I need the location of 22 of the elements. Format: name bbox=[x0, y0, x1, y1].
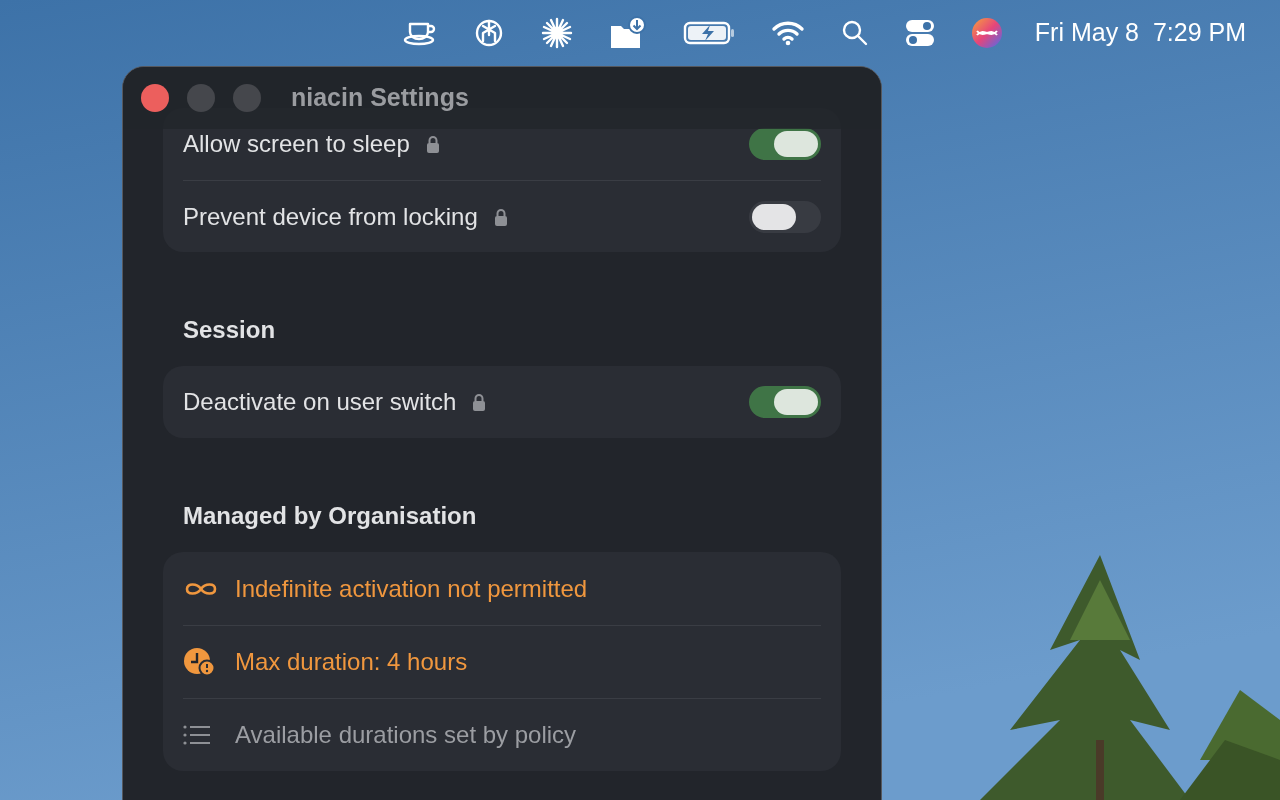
close-button[interactable] bbox=[141, 84, 169, 112]
toggle-switch[interactable] bbox=[749, 386, 821, 418]
swirl-orb-icon[interactable] bbox=[970, 17, 1003, 49]
menu-bar-clock[interactable]: Fri May 8 7:29 PM bbox=[1034, 14, 1246, 52]
wifi-icon[interactable] bbox=[770, 20, 805, 46]
setting-label: Allow screen to sleep bbox=[183, 129, 410, 159]
section-heading: Managed by Organisation bbox=[182, 501, 478, 531]
control-toggles-icon[interactable] bbox=[904, 19, 935, 47]
search-icon[interactable] bbox=[840, 19, 869, 47]
setting-label: Deactivate on user switch bbox=[183, 387, 457, 417]
policy-text: Available durations set by policy bbox=[235, 720, 577, 750]
window-title: niacin Settings bbox=[291, 82, 469, 114]
setting-label: Prevent device from locking bbox=[183, 201, 478, 232]
battery-charging-icon[interactable] bbox=[682, 21, 735, 45]
cup-icon[interactable] bbox=[402, 20, 437, 46]
section-heading: Session bbox=[182, 315, 277, 345]
folder-download-icon[interactable] bbox=[608, 16, 647, 50]
policy-text: Indefinite activation not permitted bbox=[235, 573, 588, 604]
toggle-switch[interactable] bbox=[749, 128, 821, 160]
starburst-icon[interactable] bbox=[540, 17, 573, 49]
toggle-switch[interactable] bbox=[749, 200, 821, 233]
policy-text: Max duration: 4 hours bbox=[235, 647, 468, 677]
